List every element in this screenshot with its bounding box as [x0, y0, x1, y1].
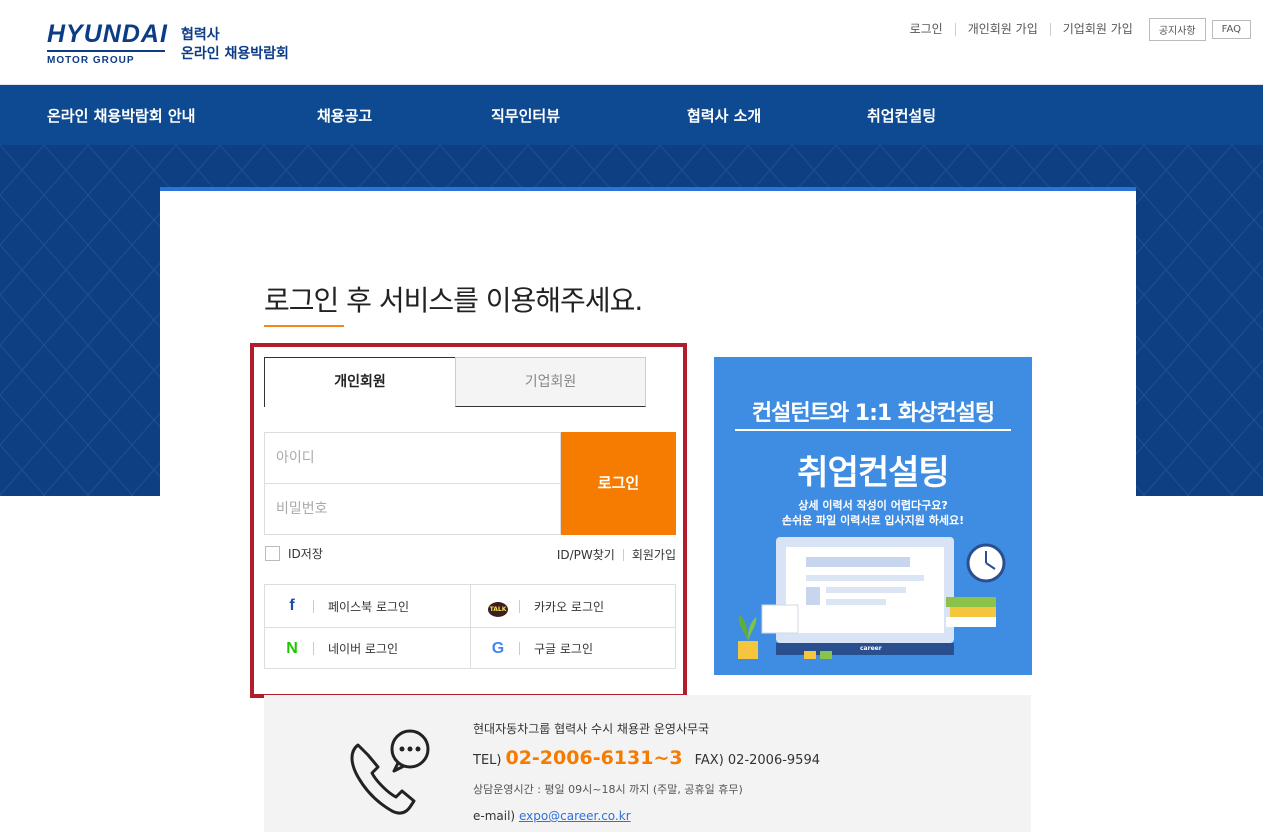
tab-personal-member[interactable]: 개인회원 [264, 357, 456, 407]
social-divider [313, 599, 314, 613]
screen-header-bar [806, 557, 910, 567]
contact-organization: 현대자동차그룹 협력사 수시 채용관 운영사무국 [473, 722, 710, 736]
link-divider [622, 548, 624, 561]
screen-line [826, 587, 906, 593]
book [950, 607, 996, 617]
contact-phone: TEL) 02-2006-6131~3 FAX) 02-2006-9594 [473, 747, 820, 769]
tel-prefix: TEL) [473, 753, 502, 768]
screen-label: career [860, 645, 882, 652]
banner-headline-underline [735, 429, 1011, 431]
facebook-login-label: 페이스북 로그인 [328, 599, 410, 614]
save-id-option[interactable]: ID저장 [265, 545, 323, 562]
book [946, 617, 996, 627]
plant-leaf [748, 617, 757, 641]
google-login-label: 구글 로그인 [534, 642, 594, 656]
site-title-line1: 협력사 [181, 27, 220, 43]
save-id-label: ID저장 [288, 547, 323, 561]
password-input[interactable]: 비밀번호 [264, 483, 561, 535]
kakao-login-label: 카카오 로그인 [534, 599, 605, 614]
naver-login-label: 네이버 로그인 [328, 642, 399, 656]
corporate-signup-link[interactable]: 기업회원 가입 [1051, 23, 1145, 36]
login-button[interactable]: 로그인 [561, 432, 676, 535]
screen-line [826, 599, 886, 605]
find-id-pw-link[interactable]: ID/PW찾기 [557, 546, 615, 563]
email-link[interactable]: expo@career.co.kr [519, 809, 631, 823]
consulting-banner[interactable]: 컨설턴트와 1:1 화상컨설팅 취업컨설팅 상세 이력서 작성이 어렵다구요? … [714, 357, 1032, 675]
join-link[interactable]: 회원가입 [632, 546, 676, 563]
banner-description: 상세 이력서 작성이 어렵다구요? 손쉬운 파일 이력서로 입사지원 하세요! [714, 498, 1032, 528]
nav-item-partner-intro[interactable]: 협력사 소개 [687, 105, 761, 126]
contact-info-box: 현대자동차그룹 협력사 수시 채용관 운영사무국 TEL) 02-2006-61… [264, 695, 1031, 832]
naver-icon: N [286, 639, 298, 657]
naver-login-button[interactable]: N 네이버 로그인 [265, 628, 470, 669]
social-row: f 페이스북 로그인 TALK 카카오 로그인 [265, 585, 675, 627]
personal-signup-link[interactable]: 개인회원 가입 [956, 23, 1051, 36]
email-prefix: e-mail) [473, 809, 516, 823]
banner-headline: 컨설턴트와 1:1 화상컨설팅 [751, 401, 995, 426]
contact-email: e-mail) expo@career.co.kr [473, 809, 631, 823]
logo-sub-text: MOTOR GROUP [47, 55, 135, 66]
nav-item-fair-guide[interactable]: 온라인 채용박람회 안내 [47, 105, 195, 126]
utility-menu: 로그인 개인회원 가입 기업회원 가입 공지사항 FAQ [898, 18, 1251, 41]
google-login-button[interactable]: G 구글 로그인 [470, 628, 675, 669]
banner-desc-line1: 상세 이력서 작성이 어렵다구요? [798, 499, 948, 512]
title-underline [264, 325, 344, 327]
site-title[interactable]: 협력사 온라인 채용박람회 [181, 26, 289, 64]
tab-corporate-member[interactable]: 기업회원 [455, 357, 646, 407]
monitor-button [804, 651, 816, 659]
nav-item-career-consulting[interactable]: 취업컨설팅 [867, 105, 936, 126]
id-input[interactable]: 아이디 [264, 432, 561, 484]
hyundai-logo[interactable]: HYUNDAI MOTOR GROUP [47, 22, 168, 66]
faq-button[interactable]: FAQ [1211, 20, 1251, 39]
social-divider [313, 642, 314, 655]
fax-number: FAX) 02-2006-9594 [694, 753, 820, 768]
calendar [761, 604, 799, 634]
plant-leaf [738, 615, 748, 641]
banner-desc-line2: 손쉬운 파일 이력서로 입사지원 하세요! [781, 514, 965, 527]
social-login-grid: f 페이스북 로그인 TALK 카카오 로그인 N 네이버 로그인 G 구글 로… [264, 584, 676, 669]
logo-brand-text: HYUNDAI [47, 20, 168, 48]
kakao-icon: TALK [483, 596, 513, 617]
account-links: ID/PW찾기 회원가입 [557, 546, 676, 563]
screen-line [806, 575, 924, 581]
social-divider [519, 642, 520, 655]
notice-button[interactable]: 공지사항 [1148, 18, 1206, 41]
facebook-login-button[interactable]: f 페이스북 로그인 [265, 585, 470, 627]
facebook-icon: f [289, 597, 295, 614]
google-icon: G [491, 639, 505, 657]
nav-item-job-postings[interactable]: 채용공고 [317, 105, 372, 126]
main-nav: 온라인 채용박람회 안내 채용공고 직무인터뷰 협력사 소개 취업컨설팅 [0, 85, 1263, 145]
social-divider [519, 599, 520, 613]
social-row: N 네이버 로그인 G 구글 로그인 [265, 627, 675, 669]
tel-number: 02-2006-6131~3 [505, 747, 683, 769]
plant-pot [738, 641, 758, 659]
nav-item-job-interviews[interactable]: 직무인터뷰 [491, 105, 560, 126]
banner-main-title: 취업컨설팅 [797, 453, 949, 493]
screen-photo [806, 587, 820, 605]
phone-chat-icon [350, 729, 430, 815]
site-title-line2: 온라인 채용박람회 [181, 46, 289, 62]
contact-hours: 상담운영시간 : 평일 09시~18시 까지 (주말, 공휴일 휴무) [473, 783, 743, 796]
kakao-badge: TALK [488, 601, 508, 617]
save-id-checkbox[interactable] [265, 546, 280, 561]
kakao-login-button[interactable]: TALK 카카오 로그인 [470, 585, 675, 627]
book [946, 597, 996, 607]
monitor-button [820, 651, 832, 659]
logo-divider [47, 50, 165, 52]
page-title: 로그인 후 서비스를 이용해주세요. [264, 284, 643, 317]
login-link[interactable]: 로그인 [898, 23, 956, 36]
site-header: HYUNDAI MOTOR GROUP 협력사 온라인 채용박람회 로그인 개인… [0, 0, 1263, 85]
